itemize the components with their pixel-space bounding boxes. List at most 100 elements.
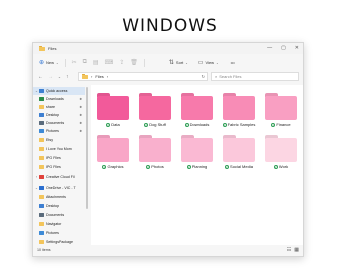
sidebar-item-label: Navigator — [46, 221, 62, 226]
sidebar-item-label: Pictures — [46, 128, 59, 133]
folder-label-row: ✓ Photos — [135, 164, 175, 169]
folder-label-row: ✓ Social Media — [219, 164, 259, 169]
sidebar-item[interactable]: Attachments — [33, 193, 85, 201]
folder-name: Downloads — [189, 122, 210, 127]
sidebar-item[interactable]: Desktop — [33, 202, 85, 210]
sidebar-item[interactable]: IPG Files — [33, 163, 85, 171]
sidebar-item[interactable]: ⌄ OneDrive - VIC - T — [33, 184, 85, 192]
folder-item[interactable]: ✓ Graphics — [97, 135, 129, 169]
new-button[interactable]: ⊕ New ⌄ — [39, 59, 59, 66]
rename-icon[interactable]: ⌨ — [105, 59, 114, 66]
sidebar-item-label: Quick access — [46, 88, 68, 93]
sidebar-item[interactable]: I Love You Mom — [33, 145, 85, 153]
maximize-button[interactable]: ▢ — [281, 45, 286, 51]
sort-label: Sort — [175, 60, 184, 65]
sync-check-icon: ✓ — [273, 164, 278, 169]
up-arrow-icon[interactable]: ↑ — [66, 74, 69, 80]
sidebar-item[interactable]: Navigator — [33, 220, 85, 228]
folder-item[interactable]: ✓ Photos — [139, 135, 171, 169]
pink-folder-icon — [97, 96, 129, 120]
sidebar-item-label: Desktop — [46, 203, 60, 208]
search-icon: ⌕ — [215, 74, 218, 79]
chevron-down-icon: ⌄ — [216, 60, 219, 65]
sidebar-item[interactable]: Pictures — [33, 229, 85, 237]
recent-locations-icon[interactable]: ⌄ — [58, 75, 61, 79]
folder-icon — [39, 146, 44, 151]
folder-item[interactable]: ✓ Planning — [181, 135, 213, 169]
sort-button[interactable]: ⇅ Sort ⌄ — [169, 59, 188, 66]
forward-arrow-icon[interactable]: → — [48, 74, 53, 80]
title-bar: Files — ▢ ✕ — [33, 43, 303, 54]
breadcrumb-files[interactable]: Files — [95, 74, 103, 79]
folder-item[interactable]: ✓ Downloads — [181, 93, 213, 127]
folder-name: Graphics — [107, 164, 124, 169]
sidebar-item[interactable]: SettingsPackage — [33, 238, 85, 246]
folder-item[interactable]: ✓ Finance — [265, 93, 297, 127]
sidebar-item-label: Desktop — [46, 112, 60, 117]
sidebar-scrollbar[interactable] — [86, 87, 88, 209]
tiles-view-icon[interactable]: ▦ — [294, 247, 299, 253]
sidebar-item[interactable]: Documents — [33, 211, 85, 219]
folder-name: Dog Stuff — [149, 122, 166, 127]
sidebar-item[interactable]: Downloads ✱ — [33, 95, 85, 103]
folder-item[interactable]: ✓ Data — [97, 93, 129, 127]
folder-label-row: ✓ Fabric Samples — [219, 122, 259, 127]
sidebar-item[interactable]: Etsy — [33, 136, 85, 144]
folder-item[interactable]: ✓ Fabric Samples — [222, 93, 255, 127]
sidebar-item-label: Etsy — [46, 137, 53, 142]
folder-icon — [39, 104, 44, 109]
new-label: New — [46, 60, 55, 65]
sync-check-icon: ✓ — [222, 122, 227, 127]
sidebar-item[interactable]: Documents ✱ — [33, 119, 85, 127]
download-icon — [39, 96, 44, 101]
pink-folder-icon — [181, 138, 213, 162]
copy-icon[interactable]: ⧉ — [83, 59, 87, 66]
sidebar-item[interactable]: › Creative Cloud Fil — [33, 173, 85, 181]
pink-folder-icon — [181, 96, 213, 120]
delete-icon[interactable]: 🗑 — [130, 59, 138, 66]
document-icon — [39, 212, 44, 217]
folder-label-row: ✓ Dog Stuff — [135, 122, 175, 127]
paste-icon[interactable]: ▤ — [93, 59, 99, 66]
address-chevron: › — [91, 74, 93, 79]
page: WINDOWS Files — ▢ ✕ ⊕ New ⌄ ✂ ⧉ ▤ ⌨ ⇪ 🗑 — [0, 0, 340, 270]
folder-item[interactable]: ✓ Work — [265, 135, 297, 169]
sidebar-item[interactable]: IPG Files — [33, 154, 85, 162]
address-chevron: › — [106, 74, 109, 79]
sync-check-icon: ✓ — [186, 164, 191, 169]
sidebar-item[interactable]: ⌄ Quick access — [33, 87, 85, 95]
more-options-button[interactable]: ••• — [231, 60, 235, 65]
address-bar[interactable]: › Files › ↻ — [78, 72, 208, 81]
folder-name: Data — [111, 122, 120, 127]
toolbar-divider — [143, 58, 145, 67]
minimize-button[interactable]: — — [267, 45, 272, 51]
share-icon[interactable]: ⇪ — [119, 59, 124, 66]
pink-folder-icon — [97, 138, 129, 162]
pictures-icon — [39, 230, 44, 235]
sidebar-item[interactable]: Desktop ✱ — [33, 111, 85, 119]
folder-item[interactable]: ✓ Social Media — [223, 135, 255, 169]
close-button[interactable]: ✕ — [295, 45, 299, 51]
sidebar-item-label: Creative Cloud Fil — [46, 174, 75, 179]
creative-cloud-icon — [39, 174, 44, 179]
search-input[interactable]: ⌕ Search Files — [211, 72, 299, 81]
pin-icon: ✱ — [79, 120, 82, 125]
folder-name: Planning — [191, 164, 208, 169]
sidebar-item[interactable]: share ✱ — [33, 103, 85, 111]
sort-icon: ⇅ — [168, 60, 174, 66]
refresh-icon[interactable]: ↻ — [202, 74, 205, 79]
file-explorer-window: Files — ▢ ✕ ⊕ New ⌄ ✂ ⧉ ▤ ⌨ ⇪ 🗑 ⇅ Sort ⌄… — [32, 42, 304, 257]
sidebar-item[interactable]: Pictures ✱ — [33, 127, 85, 135]
folder-item[interactable]: ✓ Dog Stuff — [139, 93, 171, 127]
document-icon — [39, 120, 44, 125]
sync-check-icon: ✓ — [102, 164, 107, 169]
folder-label-row: ✓ Data — [93, 122, 133, 127]
details-view-icon[interactable]: ☷ — [287, 247, 291, 253]
pink-folder-icon — [223, 138, 255, 162]
file-list: ✓ Data ✓ Dog Stuff ✓ Downloads ✓ Fabric Samples… — [91, 85, 303, 245]
sync-check-icon: ✓ — [144, 122, 149, 127]
navigation-pane: ⌄ Quick access Downloads ✱ share ✱ Desktop ✱ Doc… — [33, 85, 85, 253]
view-button[interactable]: ▭ View ⌄ — [198, 59, 219, 66]
cut-icon[interactable]: ✂ — [72, 59, 77, 66]
back-arrow-icon[interactable]: ← — [38, 74, 43, 80]
